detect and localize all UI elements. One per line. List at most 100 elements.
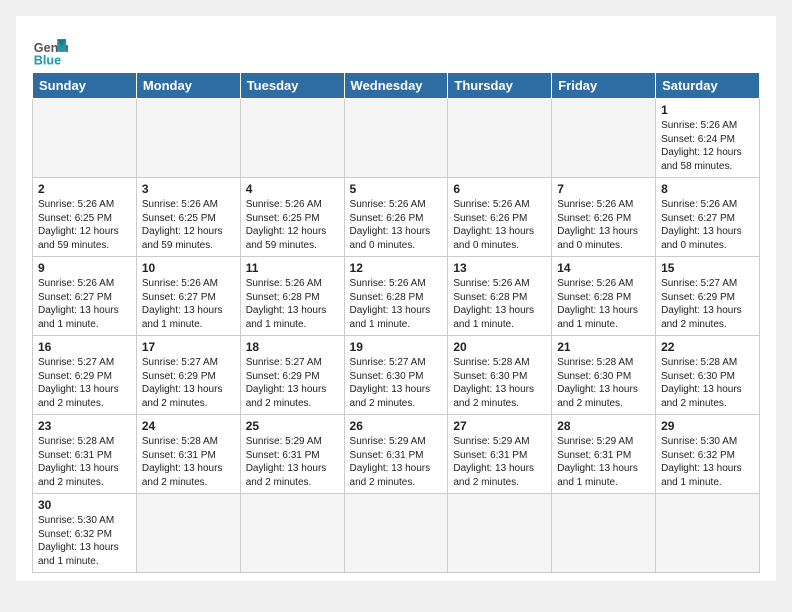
day-info: Sunrise: 5:26 AMSunset: 6:25 PMDaylight:… [38,198,131,252]
day-number: 10 [142,261,235,275]
day-cell-4: 4Sunrise: 5:26 AMSunset: 6:25 PMDaylight… [240,178,344,257]
day-number: 7 [557,182,650,196]
day-number: 8 [661,182,754,196]
day-cell-empty [344,99,448,178]
day-cell-15: 15Sunrise: 5:27 AMSunset: 6:29 PMDayligh… [656,257,760,336]
day-cell-empty [240,494,344,573]
weekday-header-tuesday: Tuesday [240,73,344,99]
day-number: 11 [246,261,339,275]
day-info: Sunrise: 5:27 AMSunset: 6:30 PMDaylight:… [350,356,443,410]
day-cell-28: 28Sunrise: 5:29 AMSunset: 6:31 PMDayligh… [552,415,656,494]
day-cell-27: 27 Sunrise: 5:29 AMSunset: 6:31 PMDayligh… [448,415,552,494]
weekday-header-thursday: Thursday [448,73,552,99]
calendar-table: SundayMondayTuesdayWednesdayThursdayFrid… [32,72,760,573]
weekday-header-sunday: Sunday [33,73,137,99]
day-info: Sunrise: 5:29 AMSunset: 6:31 PMDaylight:… [453,435,546,489]
week-row-5: 30 Sunrise: 5:30 AMSunset: 6:32 PMDayligh… [33,494,760,573]
day-info: Sunrise: 5:27 AMSunset: 6:29 PMDaylight:… [661,277,754,331]
day-cell-11: 11 Sunrise: 5:26 AMSunset: 6:28 PMDayligh… [240,257,344,336]
day-cell-empty [448,99,552,178]
day-info: Sunrise: 5:27 AMSunset: 6:29 PMDaylight:… [246,356,339,410]
day-number: 16 [38,340,131,354]
weekday-header-saturday: Saturday [656,73,760,99]
day-number: 24 [142,419,235,433]
week-row-3: 16 Sunrise: 5:27 AMSunset: 6:29 PMDayligh… [33,336,760,415]
day-number: 23 [38,419,131,433]
week-row-2: 9 Sunrise: 5:26 AMSunset: 6:27 PMDaylight… [33,257,760,336]
day-cell-9: 9 Sunrise: 5:26 AMSunset: 6:27 PMDaylight… [33,257,137,336]
day-cell-18: 18 Sunrise: 5:27 AMSunset: 6:29 PMDayligh… [240,336,344,415]
day-info: Sunrise: 5:28 AMSunset: 6:31 PMDaylight:… [38,435,131,489]
day-info: Sunrise: 5:26 AMSunset: 6:27 PMDaylight:… [38,277,131,331]
day-info: Sunrise: 5:26 AMSunset: 6:26 PMDaylight:… [453,198,546,252]
day-number: 28 [557,419,650,433]
day-info: Sunrise: 5:26 AMSunset: 6:27 PMDaylight:… [142,277,235,331]
day-info: Sunrise: 5:26 AMSunset: 6:28 PMDaylight:… [246,277,339,331]
day-info: Sunrise: 5:26 AMSunset: 6:28 PMDaylight:… [453,277,546,331]
day-info: Sunrise: 5:27 AMSunset: 6:29 PMDaylight:… [38,356,131,410]
day-cell-1: 1 Sunrise: 5:26 AMSunset: 6:24 PMDaylight… [656,99,760,178]
day-number: 5 [350,182,443,196]
day-info: Sunrise: 5:28 AMSunset: 6:30 PMDaylight:… [557,356,650,410]
weekday-header-monday: Monday [136,73,240,99]
day-number: 27 [453,419,546,433]
day-info: Sunrise: 5:30 AMSunset: 6:32 PMDaylight:… [38,514,131,568]
day-number: 18 [246,340,339,354]
logo-icon: General Blue [32,32,68,68]
weekday-header-row: SundayMondayTuesdayWednesdayThursdayFrid… [33,73,760,99]
day-cell-17: 17 Sunrise: 5:27 AMSunset: 6:29 PMDayligh… [136,336,240,415]
day-info: Sunrise: 5:27 AMSunset: 6:29 PMDaylight:… [142,356,235,410]
day-cell-12: 12 Sunrise: 5:26 AMSunset: 6:28 PMDayligh… [344,257,448,336]
day-cell-empty [656,494,760,573]
day-number: 22 [661,340,754,354]
day-info: Sunrise: 5:26 AMSunset: 6:26 PMDaylight:… [350,198,443,252]
day-number: 29 [661,419,754,433]
day-number: 30 [38,498,131,512]
day-cell-16: 16 Sunrise: 5:27 AMSunset: 6:29 PMDayligh… [33,336,137,415]
day-cell-6: 6 Sunrise: 5:26 AMSunset: 6:26 PMDaylight… [448,178,552,257]
day-number: 9 [38,261,131,275]
day-cell-23: 23 Sunrise: 5:28 AMSunset: 6:31 PMDayligh… [33,415,137,494]
day-info: Sunrise: 5:29 AMSunset: 6:31 PMDaylight:… [350,435,443,489]
day-number: 3 [142,182,235,196]
day-cell-19: 19 Sunrise: 5:27 AMSunset: 6:30 PMDayligh… [344,336,448,415]
day-cell-empty [344,494,448,573]
day-number: 21 [557,340,650,354]
day-info: Sunrise: 5:26 AMSunset: 6:25 PMDaylight:… [142,198,235,252]
day-cell-29: 29Sunrise: 5:30 AMSunset: 6:32 PMDayligh… [656,415,760,494]
day-number: 19 [350,340,443,354]
day-number: 4 [246,182,339,196]
header: General Blue [32,32,760,68]
day-cell-13: 13Sunrise: 5:26 AMSunset: 6:28 PMDayligh… [448,257,552,336]
day-info: Sunrise: 5:26 AMSunset: 6:26 PMDaylight:… [557,198,650,252]
day-number: 12 [350,261,443,275]
day-cell-empty [448,494,552,573]
day-number: 1 [661,103,754,117]
day-cell-empty [136,494,240,573]
day-cell-21: 21 Sunrise: 5:28 AMSunset: 6:30 PMDayligh… [552,336,656,415]
day-number: 14 [557,261,650,275]
day-cell-10: 10 Sunrise: 5:26 AMSunset: 6:27 PMDayligh… [136,257,240,336]
day-info: Sunrise: 5:26 AMSunset: 6:28 PMDaylight:… [350,277,443,331]
day-number: 2 [38,182,131,196]
day-info: Sunrise: 5:26 AMSunset: 6:28 PMDaylight:… [557,277,650,331]
day-number: 6 [453,182,546,196]
day-number: 26 [350,419,443,433]
day-cell-empty [552,99,656,178]
day-cell-25: 25Sunrise: 5:29 AMSunset: 6:31 PMDayligh… [240,415,344,494]
day-cell-empty [33,99,137,178]
day-number: 17 [142,340,235,354]
weekday-header-wednesday: Wednesday [344,73,448,99]
week-row-4: 23 Sunrise: 5:28 AMSunset: 6:31 PMDayligh… [33,415,760,494]
week-row-0: 1 Sunrise: 5:26 AMSunset: 6:24 PMDaylight… [33,99,760,178]
day-info: Sunrise: 5:26 AMSunset: 6:24 PMDaylight:… [661,119,754,173]
day-cell-30: 30 Sunrise: 5:30 AMSunset: 6:32 PMDayligh… [33,494,137,573]
day-info: Sunrise: 5:26 AMSunset: 6:27 PMDaylight:… [661,198,754,252]
day-info: Sunrise: 5:28 AMSunset: 6:30 PMDaylight:… [661,356,754,410]
day-number: 25 [246,419,339,433]
day-number: 20 [453,340,546,354]
logo: General Blue [32,32,72,68]
day-cell-empty [240,99,344,178]
day-cell-22: 22 Sunrise: 5:28 AMSunset: 6:30 PMDayligh… [656,336,760,415]
day-info: Sunrise: 5:28 AMSunset: 6:31 PMDaylight:… [142,435,235,489]
